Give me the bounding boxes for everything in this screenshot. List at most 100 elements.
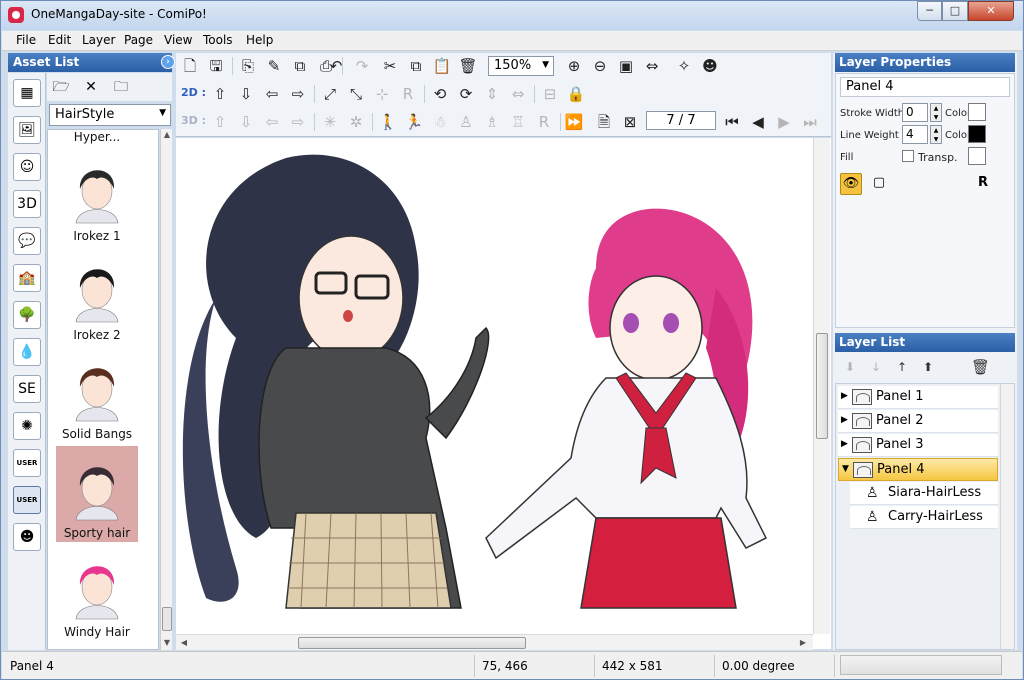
export-icon[interactable]: ⎘ [238, 56, 258, 76]
move-right-icon[interactable]: ⇨ [288, 84, 308, 104]
panel-layout-icon[interactable]: ▦ [13, 79, 41, 107]
fill-color-swatch[interactable] [968, 147, 986, 165]
3d-spread-icon[interactable]: ✳ [320, 112, 340, 132]
first-page-icon[interactable]: ⏮ [722, 112, 742, 132]
expand-right-arrow-icon[interactable]: ▶ [841, 415, 848, 425]
zoom-out-icon[interactable]: ⊖ [590, 56, 610, 76]
pose-arm-icon[interactable]: ♖ [508, 112, 528, 132]
canvas-vertical-scrollbar[interactable] [813, 138, 830, 634]
scroll-right-arrow-icon[interactable]: ▶ [797, 637, 809, 649]
3d-move-left-icon[interactable]: ⇦ [262, 112, 282, 132]
stroke-width-spinner[interactable]: ▲ ▼ [930, 103, 942, 122]
copy-icon[interactable]: ⧉ [290, 56, 310, 76]
stroke-color-swatch[interactable] [968, 103, 986, 121]
layer-row-character[interactable]: ♙ Carry-HairLess [850, 506, 998, 529]
trash-icon[interactable]: 🗑 [458, 56, 478, 76]
move-down-icon[interactable]: ⇩ [236, 84, 256, 104]
speech-balloon-icon[interactable]: 💬 [13, 227, 41, 255]
sound-effect-icon[interactable]: SE [13, 375, 41, 403]
pose-bend-icon[interactable]: ♗ [482, 112, 502, 132]
new-file-icon[interactable]: 🗋 [180, 56, 200, 76]
comic-canvas[interactable] [176, 138, 831, 649]
expand-right-arrow-icon[interactable]: ▶ [841, 391, 848, 401]
scroll-down-arrow-icon[interactable]: ▼ [161, 637, 173, 649]
collapse-arrow-icon[interactable]: › [161, 55, 175, 69]
zoom-in-icon[interactable]: ⊕ [564, 56, 584, 76]
pose-stand-icon[interactable]: ☃ [430, 112, 450, 132]
pose-turn-icon[interactable]: ♙ [456, 112, 476, 132]
layer-row-panel[interactable]: ▶ Panel 1 [838, 386, 998, 409]
asset-item[interactable]: Irokez 2 [56, 248, 138, 344]
asset-item[interactable]: Irokez 1 [56, 149, 138, 245]
redo-arrow-icon[interactable]: ↷ [352, 56, 372, 76]
background-icon[interactable]: 🖼 [13, 116, 41, 144]
rotate-right-icon[interactable]: ⟳ [456, 84, 476, 104]
expand-down-arrow-icon[interactable]: ▼ [842, 464, 849, 474]
menu-layer[interactable]: Layer [82, 33, 115, 47]
character-icon[interactable]: ☺ [13, 153, 41, 181]
move-left-icon[interactable]: ⇦ [262, 84, 282, 104]
line-color-swatch[interactable] [968, 125, 986, 143]
delete-layer-trash-icon[interactable]: 🗑 [971, 358, 990, 376]
fit-width-icon[interactable]: ⇔ [642, 56, 662, 76]
reset-properties-icon[interactable]: R [972, 173, 994, 195]
move-up-icon[interactable]: ⇧ [210, 84, 230, 104]
asset-item[interactable]: Hyper... [56, 130, 138, 146]
visibility-eye-icon[interactable]: 👁 [840, 173, 862, 195]
rotate-left-icon[interactable]: ⟲ [430, 84, 450, 104]
line-weight-input[interactable]: 4 [902, 125, 928, 144]
asset-item[interactable]: Solid Bangs [56, 347, 138, 443]
tree-icon[interactable]: 🌳 [13, 301, 41, 329]
delete-x-icon[interactable]: ✕ [81, 77, 101, 97]
menu-help[interactable]: Help [246, 33, 273, 47]
save-icon[interactable]: 🖫 [206, 56, 226, 76]
panel-name-field[interactable]: Panel 4 [840, 77, 1010, 97]
twitter-icon[interactable]: ✎ [264, 56, 284, 76]
3d-object-icon[interactable]: 3D [13, 190, 41, 218]
scale-down-icon[interactable]: ⤡ [346, 84, 366, 104]
scale-center-icon[interactable]: ⊹ [372, 84, 392, 104]
canvas-horizontal-scrollbar[interactable]: ◀ ▶ [176, 634, 813, 650]
paste-icon[interactable]: 📋 [432, 56, 452, 76]
fast-forward-icon[interactable]: ⏩ [564, 112, 584, 132]
zoom-select[interactable]: 150% ▼ [488, 56, 554, 76]
scroll-up-arrow-icon[interactable]: ▲ [161, 129, 173, 141]
effect-burst-icon[interactable]: ✺ [13, 412, 41, 440]
user-3d-icon[interactable]: USER [13, 486, 41, 514]
menu-file[interactable]: File [16, 33, 36, 47]
asset-item[interactable]: Sporty hair [56, 446, 138, 542]
asset-list-scroll-thumb[interactable] [162, 607, 172, 631]
layer-row-character[interactable]: ♙ Siara-HairLess [850, 482, 998, 505]
move-layer-top-icon[interactable]: ⬆ [919, 358, 937, 376]
face-icon[interactable]: ☻ [13, 523, 41, 551]
lock-icon[interactable]: 🔒 [566, 84, 586, 104]
reset-pose-icon[interactable]: R [534, 112, 554, 132]
asset-list-scrollbar[interactable]: ▲ ▼ [160, 129, 172, 650]
reset-scale-icon[interactable]: R [398, 84, 418, 104]
menu-tools[interactable]: Tools [203, 33, 233, 47]
last-page-icon[interactable]: ⏭ [800, 112, 820, 132]
line-weight-spinner[interactable]: ▲ ▼ [930, 125, 942, 144]
layer-row-panel[interactable]: ▶ Panel 3 [838, 434, 998, 457]
face-avatar-icon[interactable]: ☻ [700, 56, 720, 76]
wizard-icon[interactable]: ✧ [674, 56, 694, 76]
asset-category-select[interactable]: HairStyle ▼ [49, 104, 171, 126]
3d-move-up-icon[interactable]: ⇧ [210, 112, 230, 132]
canvas-vertical-scroll-thumb[interactable] [816, 333, 828, 439]
background-scene-icon[interactable]: 🏫 [13, 264, 41, 292]
move-layer-bottom-icon[interactable]: ⬇ [841, 358, 859, 376]
open-folder-icon[interactable]: 🗁 [51, 77, 71, 97]
frame-border-icon[interactable]: ▢ [868, 173, 890, 195]
undo-arrow-icon[interactable]: ↶ [326, 56, 346, 76]
pose-walk-icon[interactable]: 🚶 [378, 112, 398, 132]
layer-row-panel[interactable]: ▼ Panel 4 [838, 458, 998, 481]
3d-move-right-icon[interactable]: ⇨ [288, 112, 308, 132]
layer-list-scrollbar[interactable] [1000, 384, 1014, 649]
minimize-button[interactable]: ─ [917, 1, 942, 21]
fit-page-icon[interactable]: ▣ [616, 56, 636, 76]
layer-row-panel[interactable]: ▶ Panel 2 [838, 410, 998, 433]
move-layer-up-icon[interactable]: ↑ [893, 358, 911, 376]
duplicate-icon[interactable]: ⧉ [406, 56, 426, 76]
folder-check-icon[interactable]: 🗀 [111, 77, 131, 97]
3d-gather-icon[interactable]: ✲ [346, 112, 366, 132]
